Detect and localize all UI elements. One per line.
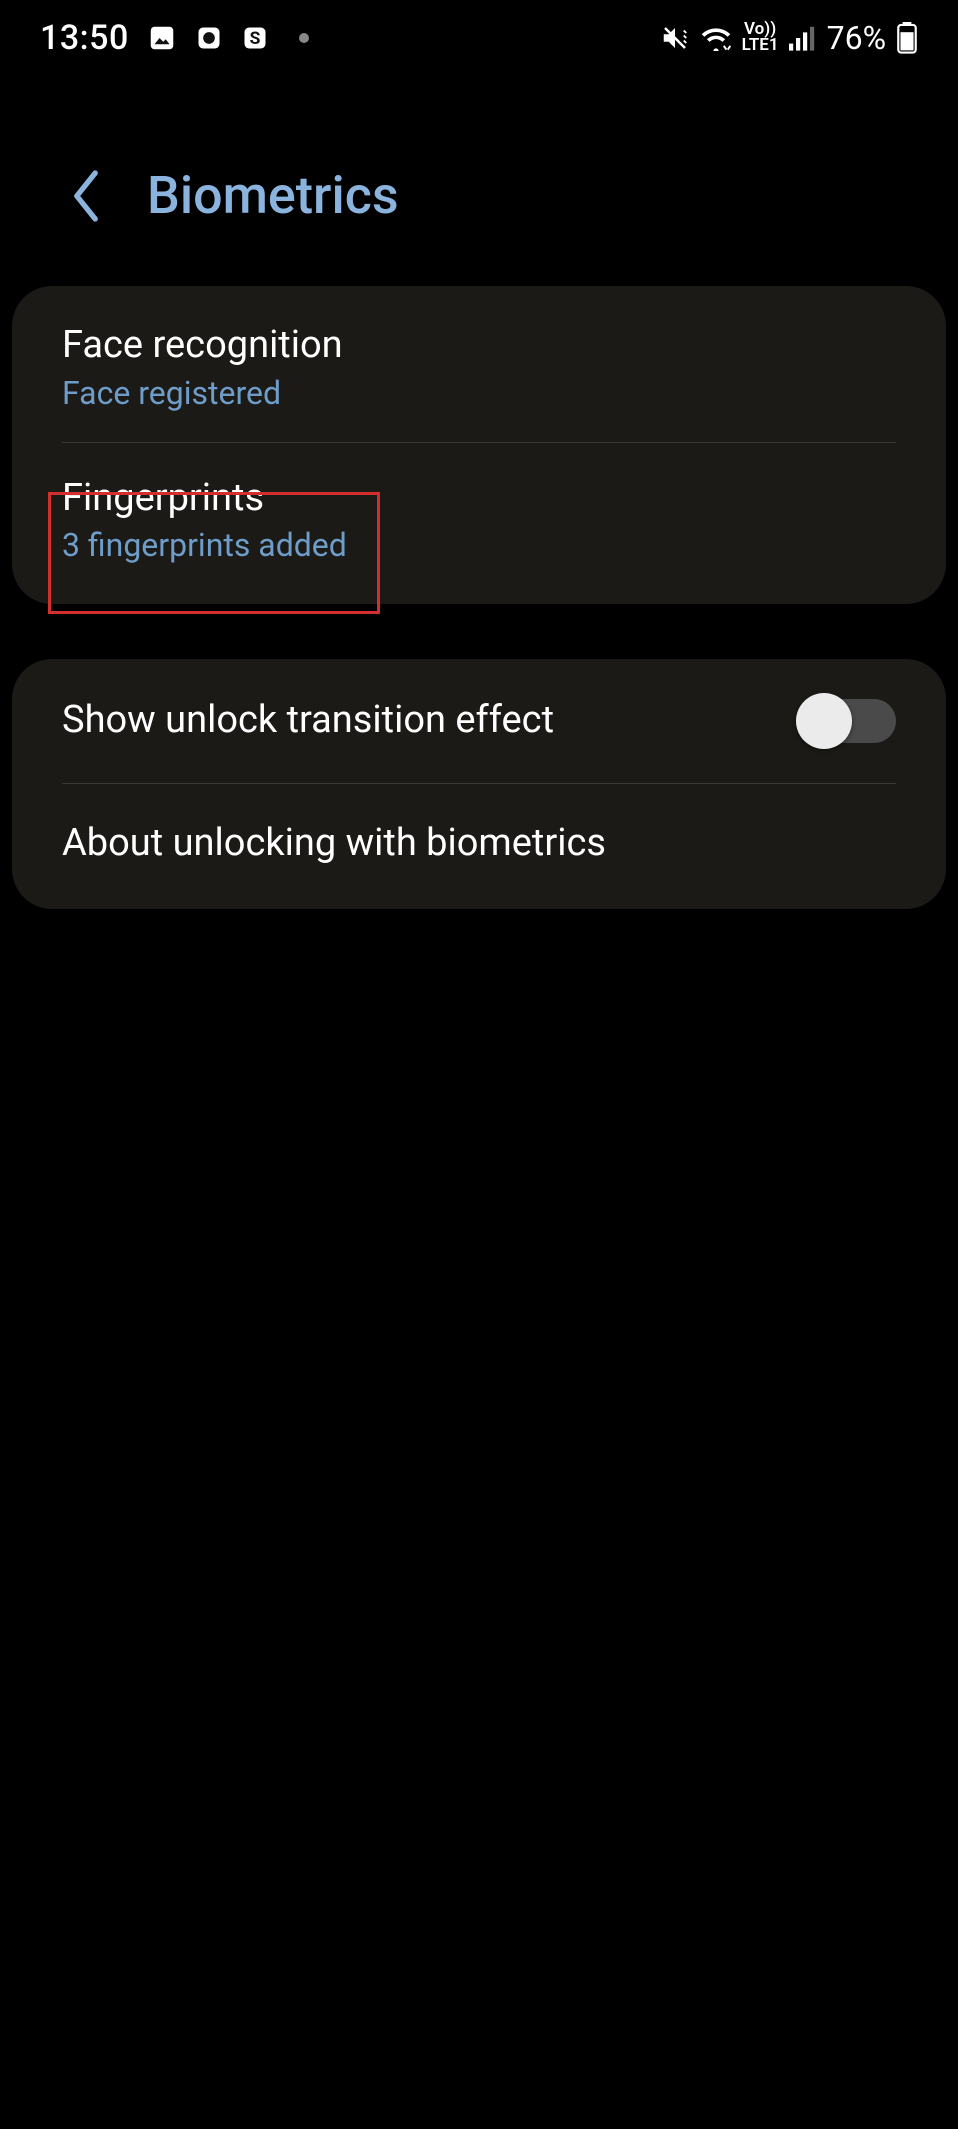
unlock-transition-row[interactable]: Show unlock transition effect — [12, 659, 946, 783]
volte-indicator: Vo)) LTE1 — [742, 22, 779, 53]
app-icon-1 — [195, 24, 223, 52]
about-biometrics-title: About unlocking with biometrics — [62, 820, 896, 868]
signal-icon — [789, 25, 817, 51]
page-title: Biometrics — [147, 165, 399, 226]
battery-icon — [896, 22, 918, 54]
fingerprints-title: Fingerprints — [62, 475, 896, 523]
unlock-transition-toggle[interactable] — [798, 699, 896, 743]
unlock-transition-title: Show unlock transition effect — [62, 697, 554, 745]
image-icon — [147, 23, 177, 53]
options-section: Show unlock transition effect About unlo… — [12, 659, 946, 909]
status-bar: 13:50 S Vo)) LTE1 76% — [0, 0, 958, 75]
status-left: 13:50 S — [40, 18, 309, 58]
battery-percentage: 76% — [827, 19, 886, 57]
app-icon-s: S — [241, 24, 269, 52]
lte-text: LTE1 — [742, 38, 779, 53]
about-biometrics-row[interactable]: About unlocking with biometrics — [12, 784, 946, 910]
fingerprints-status: 3 fingerprints added — [62, 526, 896, 564]
status-time: 13:50 — [40, 18, 129, 58]
svg-text:S: S — [249, 28, 260, 48]
back-button[interactable] — [70, 170, 102, 222]
more-notifications-dot — [299, 33, 309, 43]
face-recognition-row[interactable]: Face recognition Face registered — [12, 286, 946, 442]
face-recognition-status: Face registered — [62, 374, 896, 412]
status-right: Vo)) LTE1 76% — [660, 19, 918, 57]
face-recognition-title: Face recognition — [62, 322, 896, 370]
toggle-thumb — [796, 693, 852, 749]
fingerprints-row[interactable]: Fingerprints 3 fingerprints added — [12, 443, 946, 605]
page-header: Biometrics — [0, 75, 958, 286]
biometrics-section: Face recognition Face registered Fingerp… — [12, 286, 946, 604]
mute-vibrate-icon — [660, 23, 690, 53]
wifi-icon — [700, 25, 732, 51]
